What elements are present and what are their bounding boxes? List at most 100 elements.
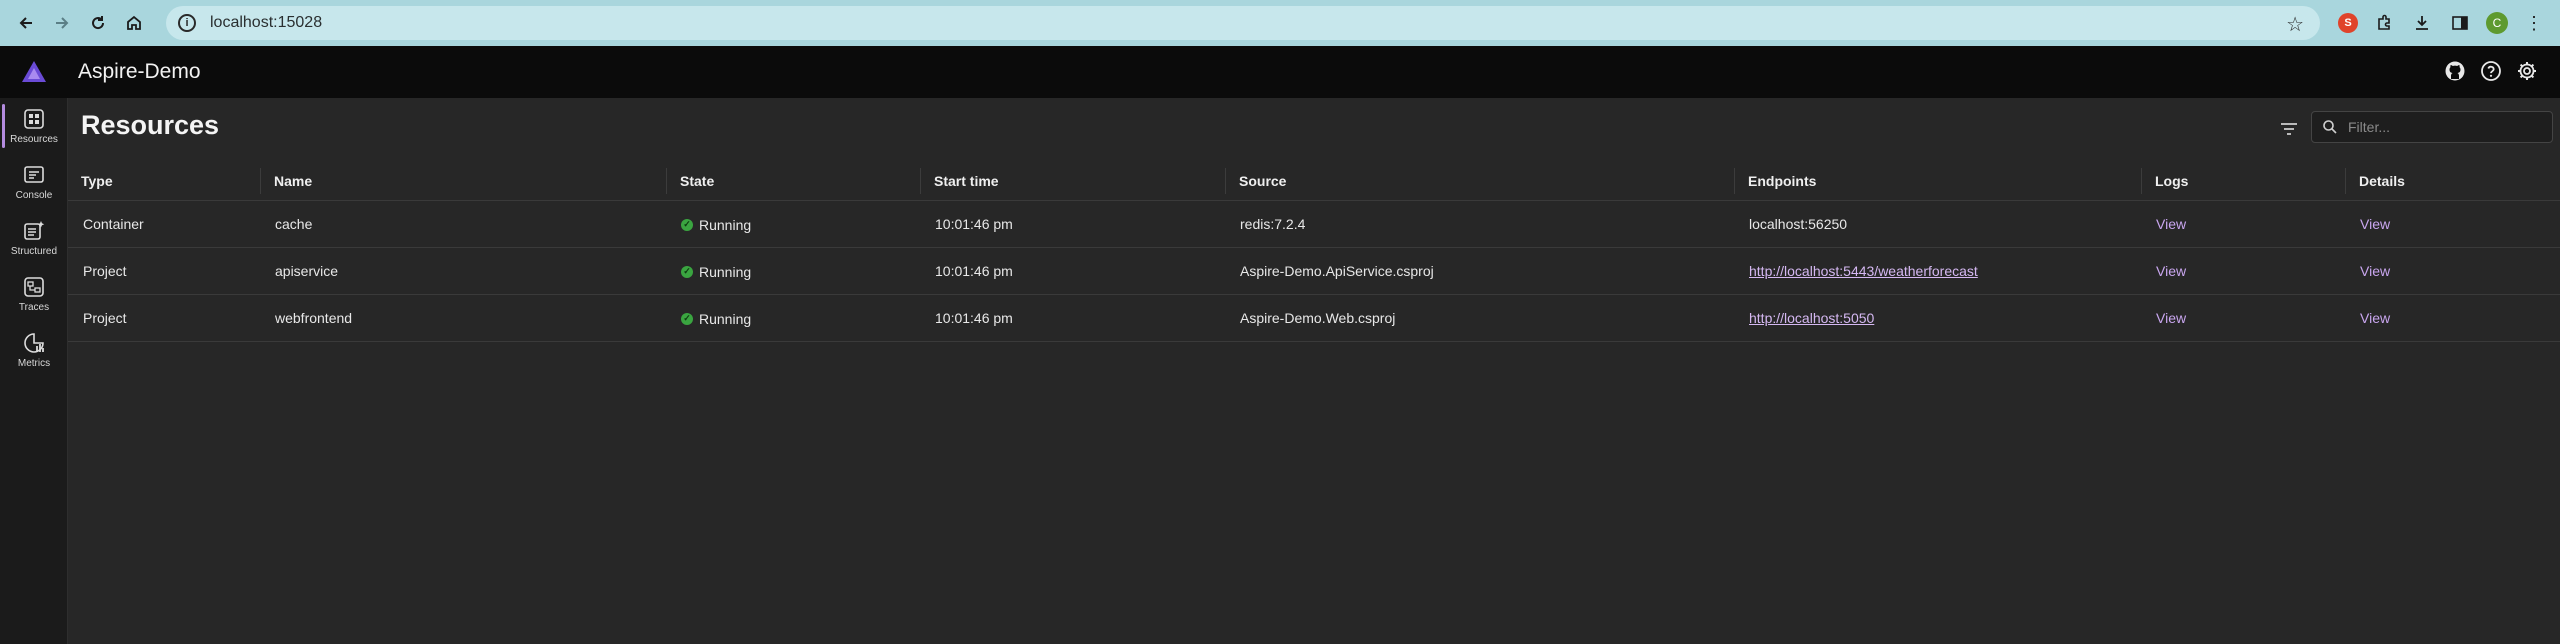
filter-icon[interactable] <box>2278 118 2300 140</box>
column-header-source[interactable]: Source <box>1226 162 1735 201</box>
view-details-link[interactable]: View <box>2360 216 2390 232</box>
nav-item-metrics[interactable]: Metrics <box>0 322 68 378</box>
table-header-row: Type Name State Start time Source Endpoi… <box>68 162 2560 201</box>
reload-icon <box>92 16 105 30</box>
column-header-type-label: Type <box>81 172 113 189</box>
table-row: Project webfrontend ✓ Running 10:01:46 pm… <box>68 294 2560 342</box>
nav-item-traces[interactable]: Traces <box>0 266 68 322</box>
forward-button[interactable] <box>44 5 80 41</box>
cell-endpoint: http://localhost:5050 <box>1735 294 2142 342</box>
bookmark-star-icon[interactable]: ☆ <box>2286 12 2304 37</box>
cell-endpoint: http://localhost:5443/weatherforecast <box>1735 247 2142 295</box>
running-check-icon: ✓ <box>681 312 693 325</box>
view-details-link[interactable]: View <box>2360 263 2390 279</box>
app-header: Aspire-Demo <box>0 46 2560 98</box>
profile-avatar[interactable]: C <box>2486 12 2508 34</box>
nav-label-resources: Resources <box>10 133 58 145</box>
filter-input[interactable] <box>2348 119 2548 135</box>
table-row: Container cache ✓ Running 10:01:46 pm red… <box>68 200 2560 248</box>
console-icon <box>24 165 44 183</box>
page-title: Resources <box>81 110 220 140</box>
cell-start-time: 10:01:46 pm <box>921 247 1226 295</box>
view-logs-link[interactable]: View <box>2156 263 2186 279</box>
resource-filter-box[interactable] <box>2311 111 2553 143</box>
browser-nav <box>8 5 152 41</box>
nav-item-console[interactable]: Console <box>0 154 68 210</box>
extensions-puzzle-icon[interactable] <box>2372 11 2396 35</box>
cell-logs: View <box>2142 294 2346 342</box>
help-icon[interactable] <box>2480 60 2502 82</box>
home-button[interactable] <box>116 5 152 41</box>
cell-details: View <box>2346 200 2560 248</box>
settings-gear-icon[interactable] <box>2516 60 2538 82</box>
nav-label-metrics: Metrics <box>17 357 51 369</box>
cell-logs: View <box>2142 200 2346 248</box>
nav-label-console: Console <box>15 189 53 201</box>
cell-type: Project <box>68 294 261 342</box>
view-logs-link[interactable]: View <box>2156 310 2186 326</box>
back-button[interactable] <box>8 5 44 41</box>
search-icon <box>2323 120 2337 134</box>
nav-label-traces: Traces <box>18 301 50 313</box>
site-info-icon[interactable]: i <box>178 14 196 32</box>
column-header-logs[interactable]: Logs <box>2142 162 2346 201</box>
cell-type: Project <box>68 247 261 295</box>
column-header-details[interactable]: Details <box>2346 162 2560 201</box>
reload-button[interactable] <box>80 5 116 41</box>
column-header-start-time[interactable]: Start time <box>921 162 1226 201</box>
browser-menu-icon[interactable]: ⋮ <box>2522 11 2546 35</box>
extension-icon[interactable]: S <box>2338 13 2358 33</box>
column-header-start-time-label: Start time <box>934 172 999 189</box>
table-row: Project apiservice ✓ Running 10:01:46 pm … <box>68 247 2560 295</box>
header-tools <box>2444 60 2538 82</box>
side-navigation: Resources Console Structured Traces Metr… <box>0 98 68 644</box>
column-header-source-label: Source <box>1239 172 1287 189</box>
column-header-endpoints[interactable]: Endpoints <box>1735 162 2142 201</box>
side-panel-icon[interactable] <box>2448 11 2472 35</box>
endpoint-link[interactable]: http://localhost:5050 <box>1749 310 1874 326</box>
browser-extensions: S C ⋮ <box>2338 11 2546 35</box>
column-header-name-label: Name <box>274 172 313 189</box>
column-header-state[interactable]: State <box>667 162 921 201</box>
cell-endpoint: localhost:56250 <box>1735 200 2142 248</box>
home-icon <box>127 15 141 30</box>
address-bar[interactable]: i localhost:15028 ☆ <box>166 6 2320 40</box>
running-check-icon: ✓ <box>681 265 693 278</box>
traces-icon <box>24 276 44 297</box>
cell-name: webfrontend <box>261 294 667 342</box>
state-label: Running <box>699 263 752 280</box>
column-header-type[interactable]: Type <box>68 162 261 201</box>
github-icon[interactable] <box>2444 60 2466 82</box>
metrics-icon <box>24 332 44 353</box>
column-header-state-label: State <box>680 172 715 189</box>
nav-item-resources[interactable]: Resources <box>0 98 68 154</box>
view-details-link[interactable]: View <box>2360 310 2390 326</box>
arrow-left-icon <box>19 17 32 29</box>
column-header-logs-label: Logs <box>2155 172 2189 189</box>
state-label: Running <box>699 310 752 327</box>
view-logs-link[interactable]: View <box>2156 216 2186 232</box>
cell-state: ✓ Running <box>667 247 921 295</box>
state-label: Running <box>699 216 752 233</box>
cell-state: ✓ Running <box>667 200 921 248</box>
aspire-logo[interactable] <box>0 60 68 84</box>
nav-item-structured[interactable]: Structured <box>0 210 68 266</box>
browser-toolbar: i localhost:15028 ☆ S C ⋮ <box>0 0 2560 46</box>
column-header-name[interactable]: Name <box>261 162 667 201</box>
cell-source: Aspire-Demo.Web.csproj <box>1226 294 1735 342</box>
cell-source: Aspire-Demo.ApiService.csproj <box>1226 247 1735 295</box>
cell-start-time: 10:01:46 pm <box>921 200 1226 248</box>
cell-start-time: 10:01:46 pm <box>921 294 1226 342</box>
cell-details: View <box>2346 294 2560 342</box>
main-content: Resources Type Name State Start time Sou… <box>68 98 2560 644</box>
column-header-endpoints-label: Endpoints <box>1748 172 1817 189</box>
resources-table: Type Name State Start time Source Endpoi… <box>68 162 2560 342</box>
address-url: localhost:15028 <box>210 14 323 31</box>
app-title[interactable]: Aspire-Demo <box>78 60 201 84</box>
column-header-details-label: Details <box>2359 172 2405 189</box>
endpoint-link[interactable]: http://localhost:5443/weatherforecast <box>1749 263 1978 279</box>
running-check-icon: ✓ <box>681 218 693 231</box>
download-icon[interactable] <box>2410 11 2434 35</box>
cell-details: View <box>2346 247 2560 295</box>
grid-icon <box>24 108 44 129</box>
